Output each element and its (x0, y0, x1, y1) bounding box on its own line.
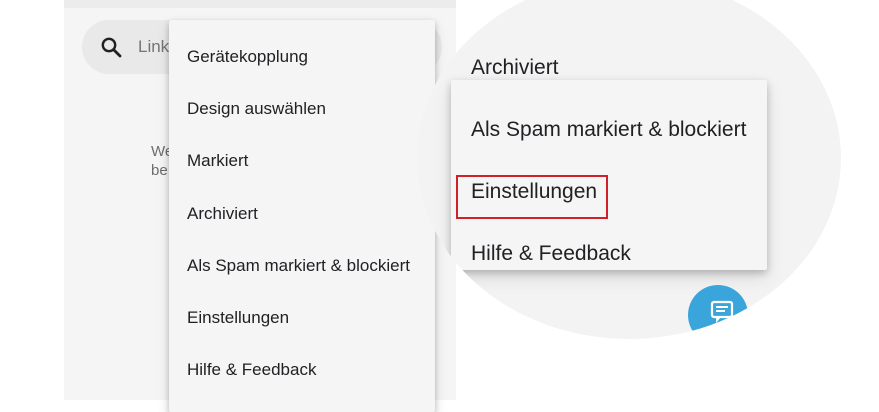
menu-item-spam-blockiert[interactable]: Als Spam markiert & blockiert (187, 255, 410, 277)
new-message-button[interactable] (688, 285, 748, 339)
menu-item-hilfe-feedback[interactable]: Hilfe & Feedback (187, 359, 316, 381)
search-icon[interactable] (100, 36, 122, 58)
status-bar (64, 0, 456, 8)
zoom-item-spam-blockiert[interactable]: Als Spam markiert & blockiert (471, 117, 746, 143)
zoom-item-archiviert[interactable]: Archiviert (471, 55, 559, 81)
highlight-box (456, 175, 608, 219)
magnifier-circle: Archiviert Als Spam markiert & blockiert… (417, 0, 841, 339)
new-message-icon (710, 299, 734, 325)
overflow-menu: Gerätekopplung Design auswählen Markiert… (169, 20, 435, 412)
menu-item-einstellungen[interactable]: Einstellungen (187, 307, 289, 329)
menu-item-design-auswaehlen[interactable]: Design auswählen (187, 98, 326, 120)
menu-item-archiviert[interactable]: Archiviert (187, 203, 258, 225)
menu-item-geraetekopplung[interactable]: Gerätekopplung (187, 46, 308, 68)
zoom-item-hilfe-feedback[interactable]: Hilfe & Feedback (471, 241, 631, 267)
menu-item-markiert[interactable]: Markiert (187, 150, 248, 172)
